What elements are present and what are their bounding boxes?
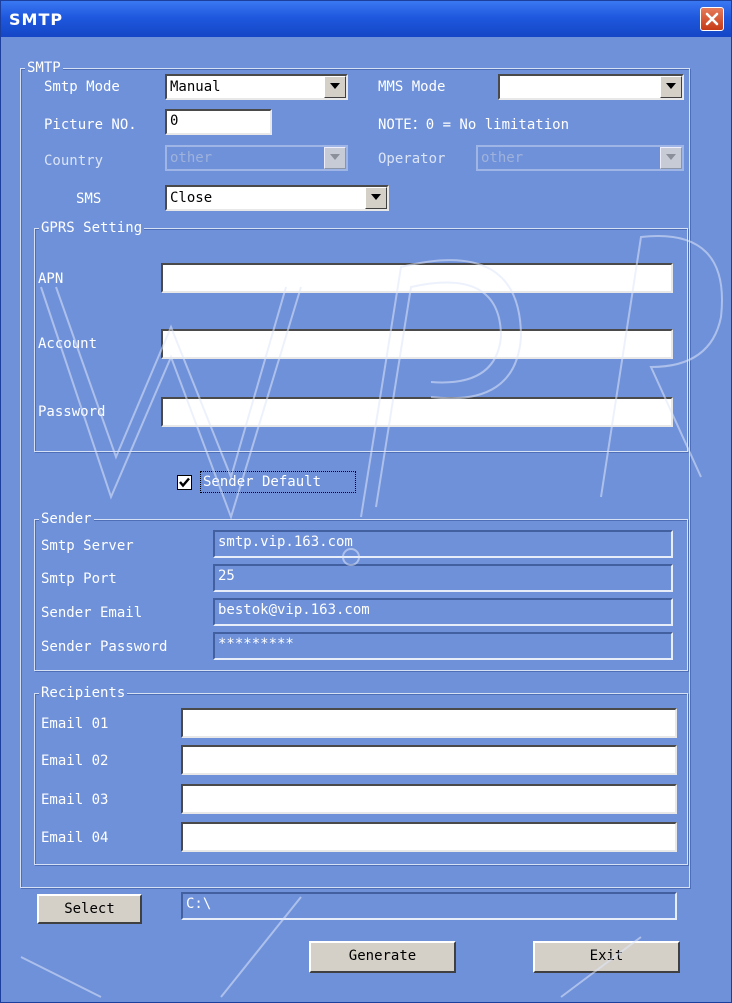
smtp-mode-dropdown-button[interactable] [324, 76, 346, 98]
country-value: other [170, 150, 213, 166]
sender-password-label: Sender Password [41, 639, 168, 655]
account-input[interactable] [161, 329, 673, 359]
operator-dropdown-button[interactable] [660, 147, 682, 169]
dialog-body: SMTP Smtp Mode Manual MMS Mode Picture N… [1, 37, 731, 1002]
sender-email-field[interactable]: bestok@vip.163.com [213, 598, 673, 626]
exit-button[interactable]: Exit [533, 941, 680, 973]
gprs-group-legend: GPRS Setting [39, 219, 145, 237]
sender-group-legend: Sender [39, 510, 94, 528]
smtp-mode-value: Manual [170, 79, 221, 95]
smtp-port-label: Smtp Port [41, 571, 117, 587]
select-button-label: Select [64, 901, 115, 917]
operator-value: other [481, 150, 524, 166]
email-03-input[interactable] [181, 784, 677, 814]
sender-default-focus[interactable]: Sender Default [200, 471, 356, 493]
select-button[interactable]: Select [37, 894, 142, 924]
password-label: Password [38, 404, 106, 420]
smtp-port-field[interactable]: 25 [213, 564, 673, 592]
smtp-server-field[interactable]: smtp.vip.163.com [213, 530, 673, 558]
sender-password-field[interactable]: ********* [213, 632, 673, 660]
country-select[interactable]: other [165, 145, 348, 171]
picture-limit-note: NOTE：0 = No limitation [378, 117, 570, 133]
country-dropdown-button[interactable] [324, 147, 346, 169]
email-02-label: Email 02 [41, 753, 109, 769]
smtp-mode-label: Smtp Mode [44, 79, 120, 95]
operator-label: Operator [378, 151, 446, 167]
apn-input[interactable] [161, 263, 673, 293]
sms-label: SMS [76, 191, 102, 207]
chevron-down-icon [666, 83, 676, 89]
exit-button-label: Exit [589, 948, 624, 964]
generate-button[interactable]: Generate [309, 941, 456, 973]
account-label: Account [38, 336, 98, 352]
email-01-label: Email 01 [41, 716, 109, 732]
country-label: Country [44, 153, 104, 169]
email-02-input[interactable] [181, 745, 677, 775]
smtp-mode-select[interactable]: Manual [165, 74, 348, 100]
sms-dropdown-button[interactable] [365, 187, 387, 209]
email-04-input[interactable] [181, 822, 677, 852]
window-title: SMTP [9, 10, 64, 29]
generate-button-label: Generate [348, 948, 417, 964]
email-01-input[interactable] [181, 708, 677, 738]
smtp-server-label: Smtp Server [41, 538, 134, 554]
email-03-label: Email 03 [41, 792, 109, 808]
checkmark-icon [179, 477, 190, 488]
mms-mode-select[interactable] [498, 74, 684, 100]
close-button[interactable] [700, 7, 724, 31]
title-bar[interactable]: SMTP [1, 1, 731, 37]
mms-mode-dropdown-button[interactable] [660, 76, 682, 98]
apn-label: APN [38, 271, 64, 287]
mms-mode-label: MMS Mode [378, 79, 446, 95]
picture-no-input[interactable]: 0 [165, 109, 272, 135]
operator-select[interactable]: other [476, 145, 684, 171]
output-path-field[interactable]: C:\ [181, 892, 677, 920]
chevron-down-icon [371, 194, 381, 200]
sms-select[interactable]: Close [165, 185, 389, 211]
chevron-down-icon [330, 154, 340, 160]
gprs-password-input[interactable] [161, 397, 673, 427]
chevron-down-icon [330, 83, 340, 89]
sender-default-label[interactable]: Sender Default [203, 473, 321, 491]
picture-no-label: Picture NO. [44, 117, 137, 133]
sender-email-label: Sender Email [41, 605, 143, 621]
chevron-down-icon [666, 154, 676, 160]
sms-value: Close [170, 190, 213, 206]
sender-default-checkbox[interactable] [177, 475, 192, 490]
close-icon [705, 12, 719, 26]
recipients-group-legend: Recipients [39, 684, 128, 702]
smtp-dialog: SMTP SMTP Smtp Mode Manual MMS Mode Pict… [0, 0, 732, 1003]
email-04-label: Email 04 [41, 830, 109, 846]
smtp-group-legend: SMTP [25, 59, 63, 77]
